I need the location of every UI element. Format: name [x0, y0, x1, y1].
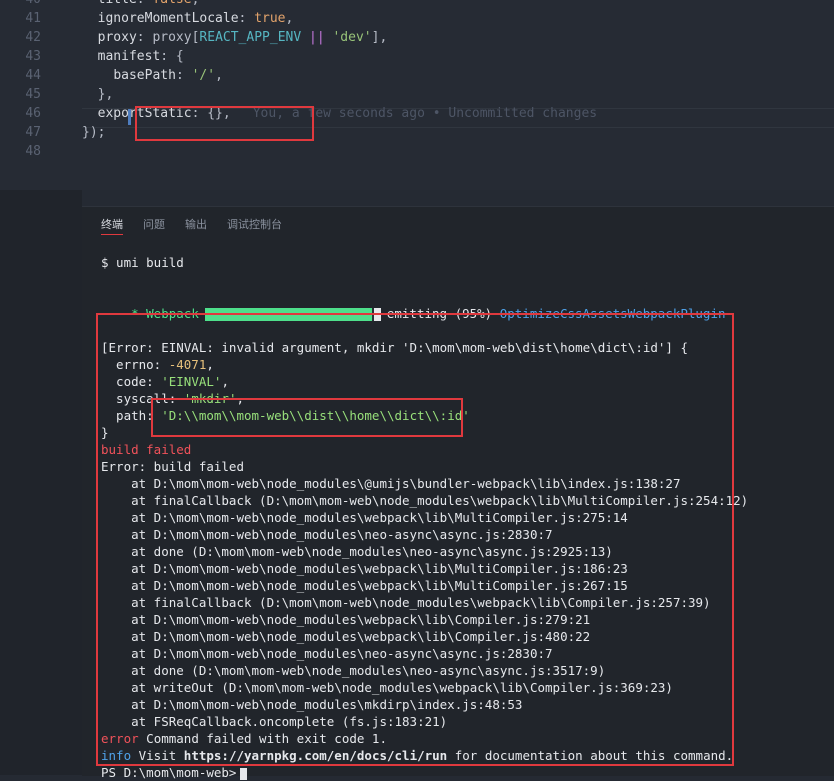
line-number: 40	[0, 0, 41, 9]
tab-terminal[interactable]: 终端	[101, 216, 123, 235]
highlight-box-error	[96, 313, 734, 766]
line-number: 44	[25, 68, 41, 83]
token: },	[97, 87, 114, 102]
token: ],	[371, 30, 388, 45]
command-line: $ umi build	[101, 255, 184, 270]
line-number: 48	[25, 144, 41, 159]
token: manifest	[97, 49, 161, 64]
tab-output[interactable]: 输出	[185, 216, 207, 232]
token: REACT_APP_ENV	[199, 30, 302, 45]
code-text: manifest: {	[82, 48, 184, 66]
token: :	[175, 68, 192, 83]
code-text: basePath: '/',	[82, 67, 223, 85]
token: proxy	[97, 30, 137, 45]
token: ignoreMomentLocale	[97, 11, 239, 26]
token: false	[152, 0, 191, 7]
highlight-box-path	[151, 398, 463, 437]
panel-tabs: 终端 问题 输出 调试控制台	[82, 206, 834, 240]
token: ,	[215, 68, 223, 83]
code-text: },	[82, 86, 114, 104]
tab-problems[interactable]: 问题	[143, 216, 165, 232]
highlight-box-exportstatic	[135, 106, 314, 141]
token: ,	[285, 11, 294, 26]
line-number: 46	[25, 106, 41, 121]
token: '/'	[191, 68, 216, 83]
line-number: 45	[25, 87, 41, 102]
prompt-line[interactable]: PS D:\mom\mom-web>	[101, 764, 248, 781]
tab-debug-console[interactable]: 调试控制台	[227, 216, 282, 232]
token: 'dev'	[332, 30, 372, 45]
token: true	[254, 11, 286, 26]
code-text: title: false,	[82, 0, 200, 9]
token: :	[137, 0, 153, 7]
code-editor[interactable]: 40 title: false, 41 ignoreMomentLocale: t…	[0, 0, 834, 190]
token: basePath	[113, 68, 176, 83]
line-number: 42	[25, 30, 41, 45]
token: : {	[160, 49, 184, 64]
line-number: 41	[25, 11, 41, 26]
token: :	[238, 11, 255, 26]
token: : proxy[	[136, 30, 200, 45]
line-number: 47	[25, 125, 41, 140]
webpack-progress-line: * Webpack emitting (95%) OptimizeCssAsset…	[101, 288, 726, 321]
cursor	[240, 767, 248, 780]
code-text: proxy: proxy[REACT_APP_ENV || 'dev'],	[82, 29, 388, 47]
line-number: 43	[25, 49, 41, 64]
token: });	[82, 125, 106, 140]
token: title	[98, 0, 137, 7]
code-text: });	[82, 124, 105, 142]
code-text: ignoreMomentLocale: true,	[82, 10, 294, 28]
token: ||	[301, 30, 333, 45]
token: ,	[192, 0, 200, 7]
shell-prompt: PS D:\mom\mom-web>	[101, 765, 237, 780]
